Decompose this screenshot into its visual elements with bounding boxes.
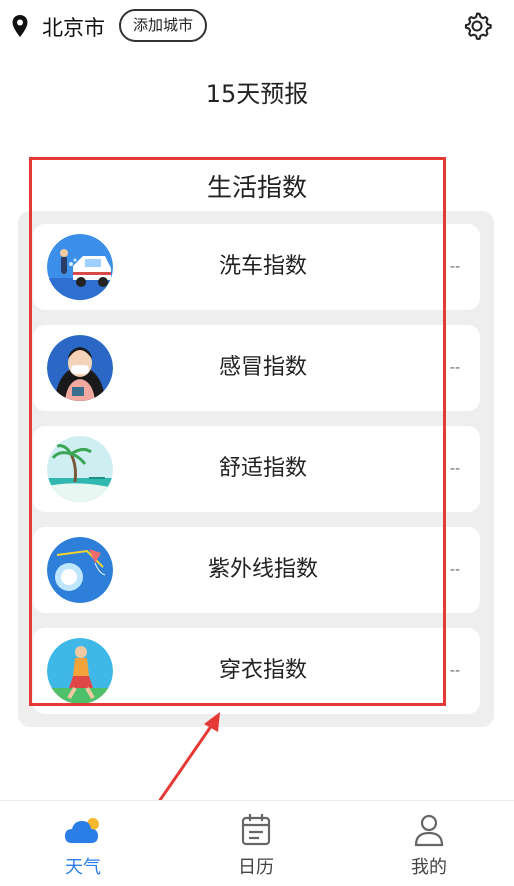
tab-label: 日历 — [238, 857, 274, 878]
location-pin-icon — [12, 15, 28, 37]
cold-mask-icon — [47, 335, 113, 401]
calendar-icon — [241, 814, 271, 846]
city-name[interactable]: 北京市 — [42, 12, 105, 42]
car-wash-icon — [47, 234, 113, 300]
life-index-label: 紫外线指数 — [207, 557, 318, 582]
life-index-value: -- — [449, 562, 460, 578]
life-index-label: 舒适指数 — [218, 456, 307, 481]
add-city-button[interactable]: 添加城市 — [119, 9, 208, 42]
life-index-label: 感冒指数 — [218, 355, 307, 380]
life-index-item-clothing[interactable]: 穿衣指数 -- — [33, 628, 480, 714]
weather-page: 北京市 添加城市 15天预报 生活指数 洗车指数 -- 感冒指数 -- 舒适指数… — [0, 0, 514, 886]
life-index-title: 生活指数 — [206, 173, 307, 202]
life-index-item-uv[interactable]: 紫外线指数 -- — [33, 527, 480, 613]
sun-uv-icon — [47, 537, 113, 603]
tab-weather[interactable]: 天气 — [23, 801, 143, 886]
life-index-item-comfort[interactable]: 舒适指数 -- — [33, 426, 480, 512]
forecast-15day-link[interactable]: 15天预报 — [0, 74, 514, 109]
user-icon — [414, 814, 444, 847]
bottom-tab-bar: 天气 日历 我的 — [0, 800, 514, 886]
tab-label: 我的 — [411, 857, 447, 878]
tab-calendar[interactable]: 日历 — [196, 801, 316, 886]
header: 北京市 添加城市 — [0, 0, 514, 54]
tab-label: 天气 — [65, 857, 101, 878]
life-index-value: -- — [449, 461, 460, 477]
life-index-value: -- — [449, 663, 460, 679]
life-index-value: -- — [449, 259, 460, 275]
life-index-value: -- — [449, 360, 460, 376]
life-index-label: 洗车指数 — [218, 254, 307, 279]
gear-icon[interactable] — [462, 11, 492, 41]
life-index-item-cold[interactable]: 感冒指数 -- — [33, 325, 480, 411]
beach-palm-icon — [47, 436, 113, 502]
tab-profile[interactable]: 我的 — [369, 801, 489, 886]
life-index-label: 穿衣指数 — [218, 658, 307, 683]
life-index-item-car-wash[interactable]: 洗车指数 -- — [33, 224, 480, 310]
clothing-walker-icon — [47, 638, 113, 704]
cloud-sun-icon — [65, 818, 99, 843]
